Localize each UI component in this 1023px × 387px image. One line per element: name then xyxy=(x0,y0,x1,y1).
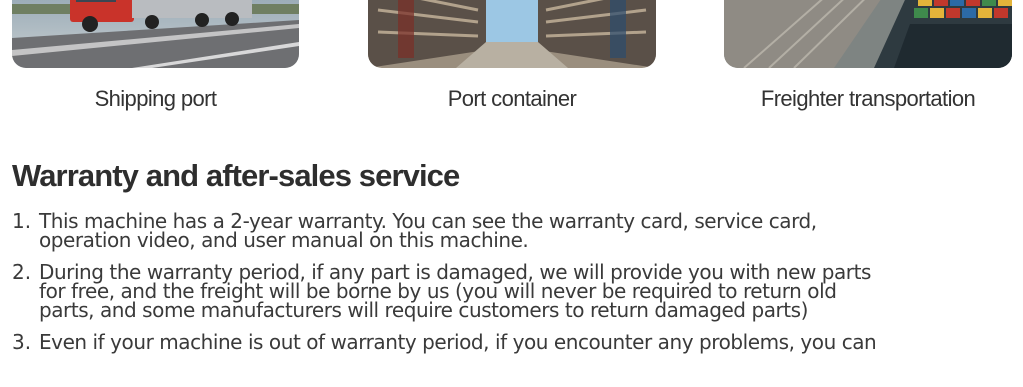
list-item: 2. During the warranty period, if any pa… xyxy=(12,260,1017,322)
list-item-text: Even if your machine is out of warranty … xyxy=(39,330,877,354)
list-item-number: 2. xyxy=(12,260,32,284)
truck-on-road-photo xyxy=(12,0,299,68)
warranty-list: 1. This machine has a 2-year warranty. Y… xyxy=(12,209,1017,365)
logistics-gallery: Shipping port Port container Freighter t… xyxy=(0,0,1023,120)
caption-freighter-transportation: Freighter transportation xyxy=(760,86,976,111)
list-item-number: 1. xyxy=(12,209,32,233)
caption-shipping-port: Shipping port xyxy=(94,86,217,111)
list-item: 3. Even if your machine is out of warran… xyxy=(12,330,1017,354)
container-yard-photo xyxy=(368,0,656,68)
section-title-warranty: Warranty and after-sales service xyxy=(12,158,460,193)
container-ship-photo xyxy=(724,0,1012,68)
list-item: 1. This machine has a 2-year warranty. Y… xyxy=(12,209,1017,252)
list-item-text: During the warranty period, if any part … xyxy=(39,260,871,322)
list-item-number: 3. xyxy=(12,330,32,354)
caption-port-container: Port container xyxy=(447,86,577,111)
list-item-text: This machine has a 2-year warranty. You … xyxy=(39,209,817,252)
